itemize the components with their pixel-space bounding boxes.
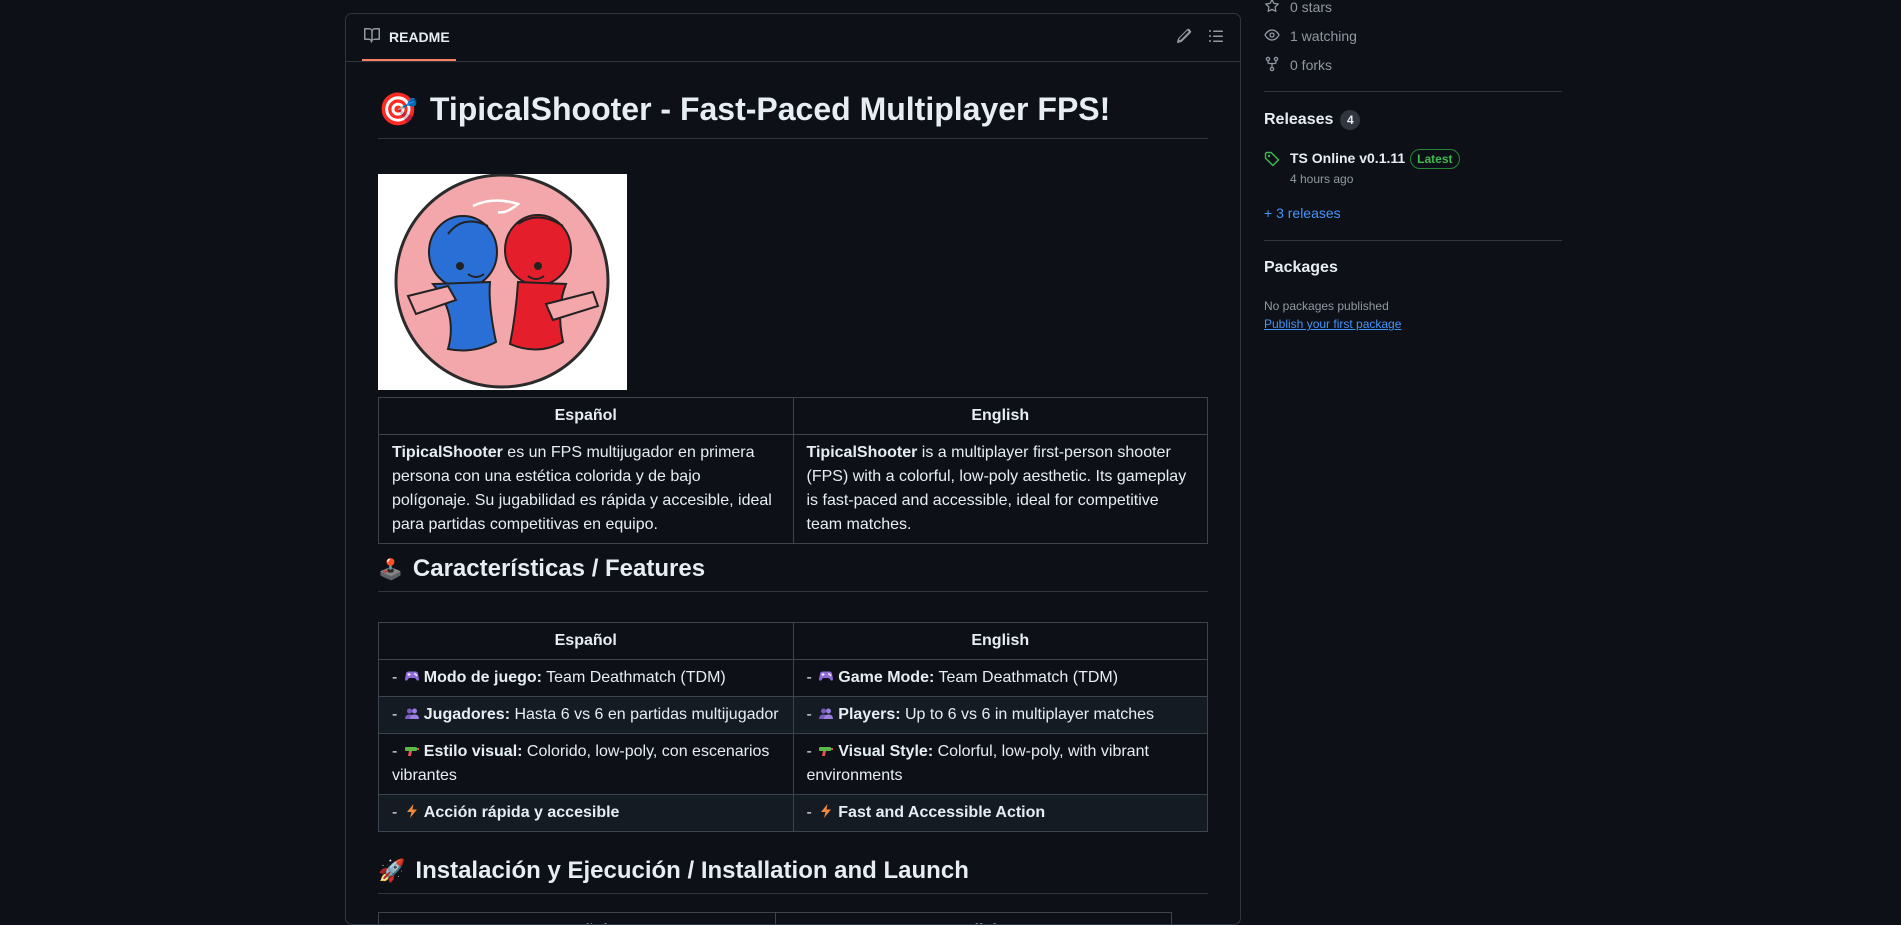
install-heading: 🚀 Instalación y Ejecución / Installation… [378, 857, 1208, 894]
intro-es-bold: TipicalShooter [392, 444, 503, 461]
table-header-en: English [793, 398, 1208, 435]
feature-es-bold: Acción rápida y accesible [424, 804, 620, 821]
install-table: Español English [378, 912, 1172, 925]
table-header-row: Español English [379, 913, 1172, 925]
watching-link[interactable]: 1 watching [1264, 26, 1357, 46]
intro-table: Español English TipicalShooter es un FPS… [378, 397, 1208, 544]
divider [1264, 240, 1562, 241]
feature-es-cell: - Estilo visual: Colorido, low-poly, con… [379, 734, 794, 795]
readme-tab-label: README [389, 29, 450, 45]
stars-count: 0 stars [1290, 0, 1332, 15]
gamepad-icon [404, 668, 420, 684]
readme-header: README [346, 14, 1240, 62]
feature-es-cell: - Modo de juego: Team Deathmatch (TDM) [379, 660, 794, 697]
outline-button[interactable] [1204, 26, 1228, 50]
readme-title: 🎯 TipicalShooter - Fast-Paced Multiplaye… [378, 90, 1208, 139]
feature-en-cell: - Players: Up to 6 vs 6 in multiplayer m… [793, 697, 1208, 734]
releases-count-badge: 4 [1340, 110, 1360, 130]
features-heading: 🕹️ Características / Features [378, 555, 1208, 592]
feature-en-bold: Game Mode: [838, 669, 934, 686]
latest-badge: Latest [1410, 149, 1459, 169]
forks-link[interactable]: 0 forks [1264, 55, 1332, 75]
table-header-row: Español English [379, 623, 1208, 660]
table-header-en: English [793, 623, 1208, 660]
packages-heading-text: Packages [1264, 259, 1338, 277]
table-row: - Modo de juego: Team Deathmatch (TDM) -… [379, 660, 1208, 697]
joystick-icon: 🕹️ [378, 557, 403, 582]
eye-icon [1264, 27, 1280, 46]
table-row: - Jugadores: Hasta 6 vs 6 en partidas mu… [379, 697, 1208, 734]
table-header-es: Español [379, 623, 794, 660]
table-header-en: English [775, 913, 1172, 925]
water-gun-icon [404, 742, 420, 758]
packages-empty-text: No packages published [1264, 299, 1389, 313]
feature-es-cell: - Jugadores: Hasta 6 vs 6 en partidas mu… [379, 697, 794, 734]
feature-es-bold: Modo de juego: [424, 669, 542, 686]
release-name[interactable]: TS Online v0.1.11 [1290, 150, 1405, 166]
feature-es-bold: Jugadores: [424, 706, 510, 723]
table-header-row: Español English [379, 398, 1208, 435]
tag-icon [1264, 151, 1280, 186]
readme-title-text: TipicalShooter - Fast-Paced Multiplayer … [430, 91, 1110, 128]
feature-en-text: Team Deathmatch (TDM) [934, 669, 1118, 686]
stars-link[interactable]: 0 stars [1264, 0, 1332, 17]
star-icon [1264, 0, 1280, 17]
watching-count: 1 watching [1290, 28, 1357, 44]
game-logo-image [378, 174, 627, 390]
forks-count: 0 forks [1290, 57, 1332, 73]
features-heading-text: Características / Features [413, 555, 705, 583]
more-releases-link[interactable]: + 3 releases [1264, 205, 1341, 221]
list-unordered-icon [1208, 28, 1224, 49]
latest-release[interactable]: TS Online v0.1.11 Latest 4 hours ago [1264, 149, 1460, 186]
intro-en-cell: TipicalShooter is a multiplayer first-pe… [793, 435, 1208, 544]
lightning-icon [818, 803, 834, 819]
packages-heading[interactable]: Packages [1264, 259, 1338, 277]
feature-en-bold: Players: [838, 706, 900, 723]
players-icon [818, 705, 834, 721]
feature-en-text: Up to 6 vs 6 in multiplayer matches [901, 706, 1154, 723]
feature-es-bold: Estilo visual: [424, 743, 523, 760]
edit-button[interactable] [1172, 26, 1196, 50]
releases-heading-text: Releases [1264, 111, 1333, 129]
feature-en-bold: Visual Style: [838, 743, 933, 760]
rocket-icon: 🚀 [378, 858, 405, 884]
intro-en-bold: TipicalShooter [807, 444, 918, 461]
features-table: Español English - Modo de juego: Team De… [378, 622, 1208, 832]
feature-en-cell: - Fast and Accessible Action [793, 795, 1208, 832]
divider [1264, 91, 1562, 92]
book-icon [364, 27, 380, 46]
feature-en-cell: - Visual Style: Colorful, low-poly, with… [793, 734, 1208, 795]
water-gun-icon [818, 742, 834, 758]
feature-en-cell: - Game Mode: Team Deathmatch (TDM) [793, 660, 1208, 697]
feature-es-text: Hasta 6 vs 6 en partidas multijugador [510, 706, 779, 723]
pencil-icon [1176, 28, 1192, 49]
readme-panel: README 🎯 TipicalShooter - Fast-Paced Mul… [345, 13, 1241, 925]
table-row: - Acción rápida y accesible - Fast and A… [379, 795, 1208, 832]
publish-package-link[interactable]: Publish your first package [1264, 317, 1401, 331]
table-header-es: Español [379, 913, 776, 925]
table-header-es: Español [379, 398, 794, 435]
lightning-icon [404, 803, 420, 819]
feature-en-bold: Fast and Accessible Action [838, 804, 1045, 821]
feature-es-text: Team Deathmatch (TDM) [542, 669, 726, 686]
table-row: - Estilo visual: Colorido, low-poly, con… [379, 734, 1208, 795]
install-heading-text: Instalación y Ejecución / Installation a… [415, 857, 968, 885]
table-row: TipicalShooter es un FPS multijugador en… [379, 435, 1208, 544]
gamepad-icon [818, 668, 834, 684]
release-time: 4 hours ago [1290, 172, 1460, 186]
releases-heading[interactable]: Releases 4 [1264, 110, 1360, 130]
players-icon [404, 705, 420, 721]
feature-es-cell: - Acción rápida y accesible [379, 795, 794, 832]
readme-tab[interactable]: README [362, 14, 456, 61]
intro-es-cell: TipicalShooter es un FPS multijugador en… [379, 435, 794, 544]
release-details: TS Online v0.1.11 Latest 4 hours ago [1290, 149, 1460, 186]
fork-icon [1264, 56, 1280, 75]
target-icon: 🎯 [378, 90, 418, 128]
